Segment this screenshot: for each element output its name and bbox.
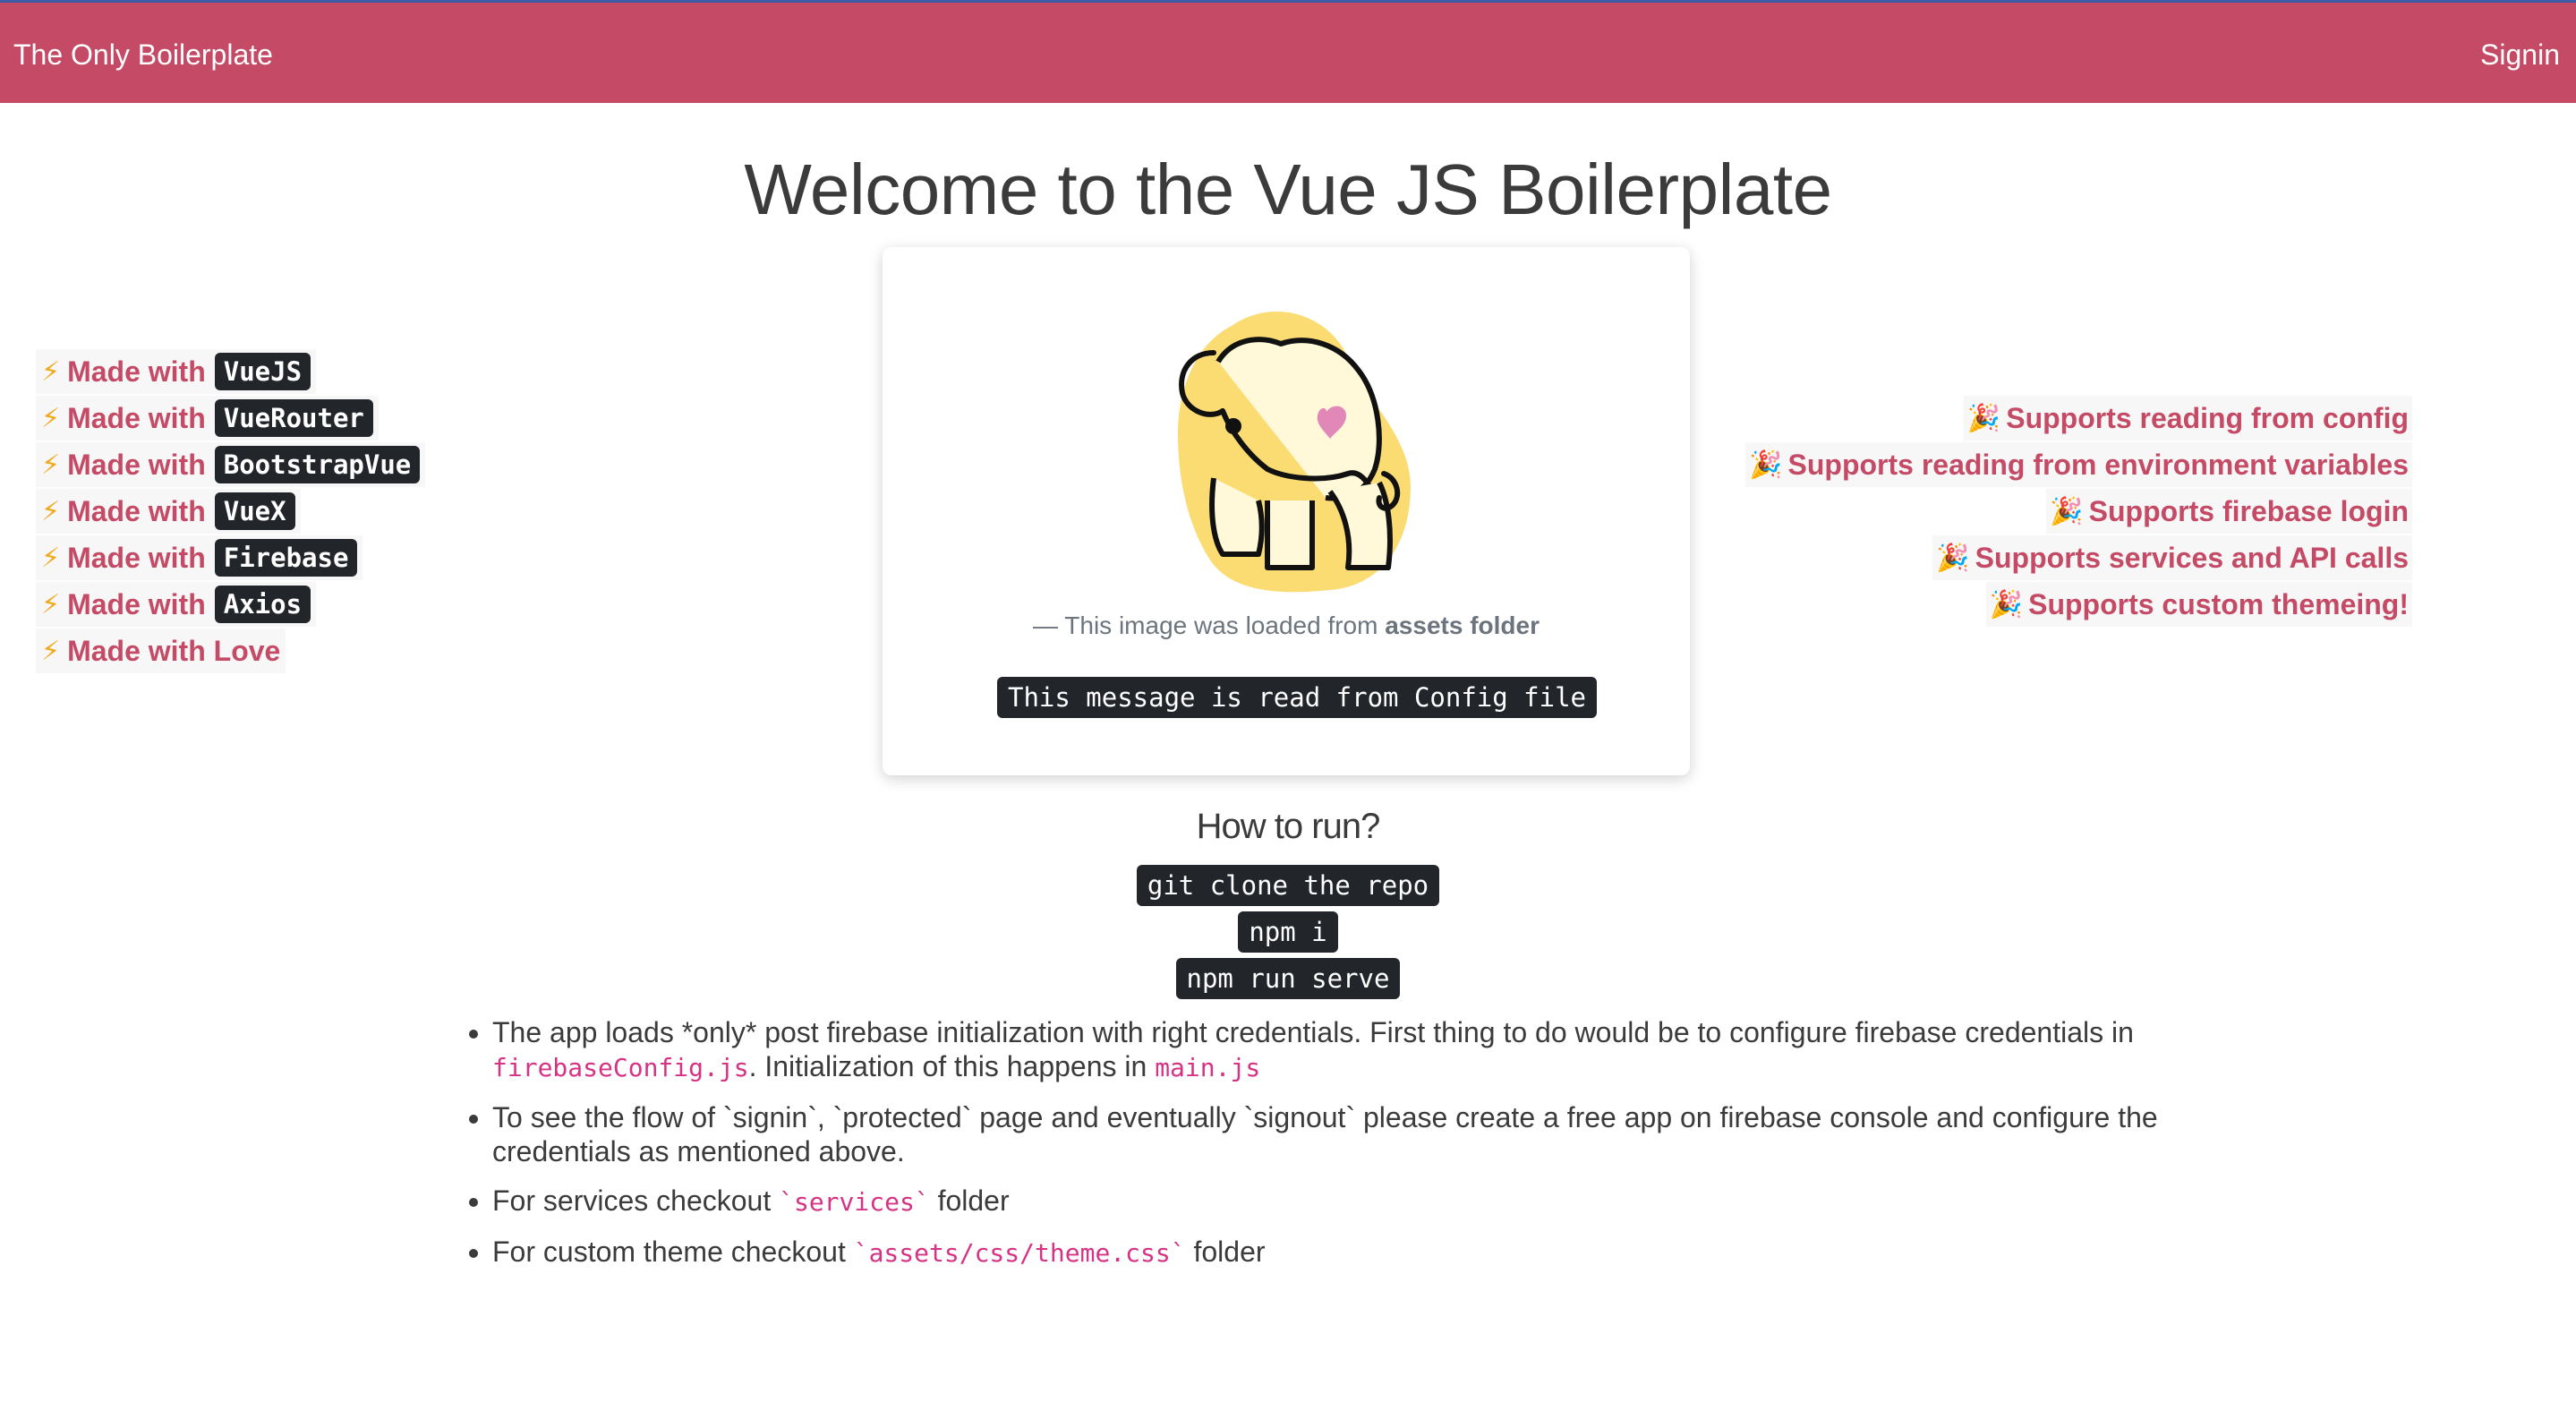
page-title: Welcome to the Vue JS Boilerplate	[744, 150, 1832, 229]
party-popper-icon: 🎉	[1966, 403, 2001, 433]
party-popper-icon: 🎉	[1989, 589, 2024, 620]
image-caption: — This image was loaded from assets fold…	[883, 611, 1690, 641]
caption-bold: assets folder	[1385, 611, 1540, 639]
lightning-bolt-icon: ⚡	[41, 496, 61, 526]
command-list: git clone the repo npm i npm run serve	[0, 865, 2576, 1005]
lightning-bolt-icon: ⚡	[41, 449, 61, 480]
list-item: ⚡ Made with Firebase	[36, 535, 363, 580]
support-label: Supports custom themeing!	[2028, 587, 2409, 620]
list-item: ⚡ Made with Axios	[36, 582, 317, 627]
made-with-label: Made with Love	[67, 634, 281, 667]
support-label: Supports reading from environment variab…	[1787, 448, 2409, 481]
lightning-bolt-icon: ⚡	[41, 356, 61, 387]
list-item: 🎉 Supports services and API calls	[1932, 535, 2412, 580]
note-text: . Initialization of this happens in	[748, 1050, 1147, 1082]
tech-badge: BootstrapVue	[214, 446, 421, 483]
support-label: Supports services and API calls	[1975, 541, 2409, 574]
made-with-label: Made with	[67, 541, 206, 574]
list-item: For services checkout `services` folder	[492, 1184, 2193, 1219]
made-with-label: Made with	[67, 448, 206, 481]
list-item: 🎉 Supports custom themeing!	[1985, 582, 2412, 627]
note-text: For custom theme checkout	[492, 1236, 846, 1268]
lightning-bolt-icon: ⚡	[41, 403, 61, 433]
lightning-bolt-icon: ⚡	[41, 636, 61, 666]
command-code: git clone the repo	[1136, 865, 1440, 906]
supports-list: 🎉 Supports reading from config 🎉 Support…	[1745, 396, 2412, 629]
note-text: folder	[1193, 1236, 1266, 1268]
inline-code: `assets/css/theme.css`	[853, 1238, 1186, 1268]
lightning-bolt-icon: ⚡	[41, 543, 61, 573]
list-item: The app loads *only* post firebase initi…	[492, 1015, 2193, 1085]
list-item: 🎉 Supports reading from config	[1963, 396, 2412, 440]
support-label: Supports reading from config	[2006, 401, 2409, 434]
tech-badge: VueX	[214, 492, 295, 530]
tech-badge: Firebase	[214, 539, 358, 577]
how-to-run-title: How to run?	[1196, 807, 1381, 846]
tech-badge: VueJS	[214, 353, 311, 390]
made-with-label: Made with	[67, 587, 206, 620]
list-item: To see the flow of `signin`, `protected`…	[492, 1100, 2193, 1168]
config-message: This message is read from Config file	[997, 677, 1598, 718]
tech-badge: Axios	[214, 586, 311, 623]
support-label: Supports firebase login	[2088, 494, 2409, 527]
elephant-logo	[1178, 312, 1411, 593]
list-item: ⚡ Made with BootstrapVue	[36, 442, 426, 487]
caption-text: — This image was loaded from	[1033, 611, 1378, 639]
notes-list: The app loads *only* post firebase initi…	[458, 1015, 2193, 1286]
made-with-list: ⚡ Made with VueJS ⚡ Made with VueRouter …	[36, 349, 426, 675]
party-popper-icon: 🎉	[2050, 496, 2084, 526]
note-text: For services checkout	[492, 1184, 772, 1217]
note-text: The app loads *only* post firebase initi…	[492, 1016, 2134, 1048]
list-item: ⚡ Made with VueX	[36, 489, 301, 534]
inline-code: firebaseConfig.js	[492, 1053, 749, 1082]
command-code: npm run serve	[1175, 958, 1401, 999]
party-popper-icon: 🎉	[1749, 449, 1783, 480]
tech-badge: VueRouter	[214, 399, 373, 437]
note-text: folder	[937, 1184, 1010, 1217]
list-item: ⚡ Made with Love	[36, 629, 286, 673]
made-with-label: Made with	[67, 494, 206, 527]
party-popper-icon: 🎉	[1936, 543, 1970, 573]
list-item: 🎉 Supports firebase login	[2046, 489, 2412, 534]
lightning-bolt-icon: ⚡	[41, 589, 61, 620]
made-with-label: Made with	[67, 355, 206, 388]
list-item: For custom theme checkout `assets/css/th…	[492, 1235, 2193, 1270]
brand-link[interactable]: The Only Boilerplate	[13, 37, 273, 73]
navbar: The Only Boilerplate Signin	[0, 0, 2576, 103]
signin-link[interactable]: Signin	[2480, 37, 2560, 73]
inline-code: main.js	[1155, 1053, 1261, 1082]
made-with-label: Made with	[67, 401, 206, 434]
list-item: ⚡ Made with VueRouter	[36, 396, 379, 440]
list-item: ⚡ Made with VueJS	[36, 349, 317, 394]
command-code: npm i	[1238, 911, 1338, 953]
list-item: 🎉 Supports reading from environment vari…	[1745, 442, 2412, 487]
logo-card: — This image was loaded from assets fold…	[883, 247, 1690, 775]
note-text: To see the flow of `signin`, `protected`…	[492, 1101, 2158, 1167]
inline-code: `services`	[779, 1187, 930, 1217]
